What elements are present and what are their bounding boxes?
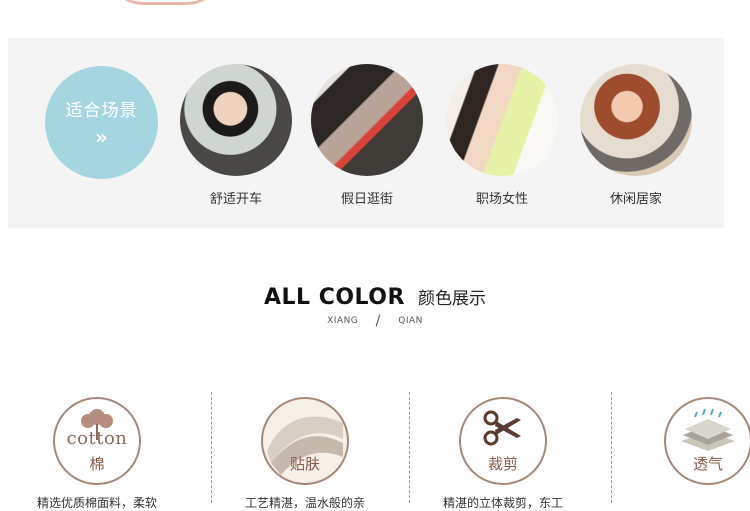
feature-divider <box>611 392 612 503</box>
home-photo <box>580 64 692 176</box>
color-heading-pinyin: XIANG / QIAN <box>0 313 750 329</box>
feature-skin: 贴肤 工艺精湛，温水般的亲 <box>215 397 395 510</box>
decorative-top-arc <box>105 0 225 5</box>
cotton-word: cotton <box>66 428 128 449</box>
feature-label: 贴肤 <box>289 455 320 473</box>
feature-cotton: cotton 棉 精选优质棉面料，柔软 <box>7 397 187 510</box>
pinyin-left: XIANG <box>327 316 359 326</box>
scene-label: 休闲居家 <box>609 192 662 207</box>
shopping-photo <box>311 64 423 176</box>
color-heading-title: ALL COLOR <box>263 285 405 310</box>
cotton-icon: cotton 棉 <box>53 397 141 485</box>
double-chevron-icon: » <box>95 125 108 149</box>
feature-label: 棉 <box>89 455 105 473</box>
color-heading: ALL COLOR 颜色展示 <box>0 284 750 310</box>
feature-divider <box>409 392 410 503</box>
feature-label: 透气 <box>692 455 723 473</box>
office-photo <box>446 64 558 176</box>
scene-badge-title: 适合场景 <box>65 101 138 121</box>
driving-photo <box>180 64 292 176</box>
feature-breathable: 透气 <box>618 397 750 485</box>
scene-item-shopping: 假日逛街 <box>307 64 427 207</box>
fabric-icon: 贴肤 <box>261 397 349 485</box>
scene-label: 舒适开车 <box>209 192 262 207</box>
scene-label: 职场女性 <box>475 192 528 207</box>
pinyin-slash: / <box>375 313 381 329</box>
breathable-icon: 透气 <box>664 397 750 485</box>
scene-label: 假日逛街 <box>340 192 393 207</box>
feature-divider <box>211 392 212 503</box>
feature-label: 裁剪 <box>487 455 518 473</box>
feature-cut: 裁剪 精湛的立体裁剪，东工 <box>413 397 593 510</box>
scene-item-home: 休闲居家 <box>576 64 696 207</box>
scene-item-driving: 舒适开车 <box>176 64 296 207</box>
scissors-glyph-icon <box>483 410 521 446</box>
scene-badge: 适合场景 » <box>45 66 158 179</box>
pinyin-right: QIAN <box>398 316 423 326</box>
scene-item-office: 职场女性 <box>442 64 562 207</box>
color-heading-title-cn: 颜色展示 <box>418 289 487 309</box>
scissors-icon: 裁剪 <box>459 397 547 485</box>
